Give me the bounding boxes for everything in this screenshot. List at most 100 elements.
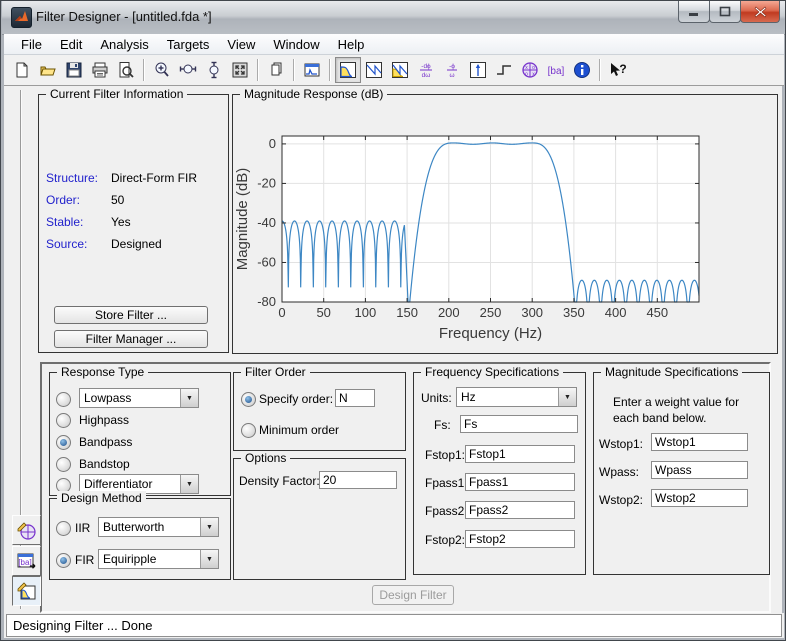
filter-information-button[interactable] xyxy=(569,57,595,83)
minimize-button[interactable] xyxy=(678,1,710,23)
structure-label: Structure: xyxy=(46,171,98,185)
magnitude-response-chart[interactable]: 0501001502002503003504004500-20-40-60-80… xyxy=(233,95,775,351)
group-title: Response Type xyxy=(57,365,148,379)
print-button[interactable] xyxy=(87,57,113,83)
open-file-button[interactable] xyxy=(35,57,61,83)
menu-analysis[interactable]: Analysis xyxy=(91,35,157,54)
print-to-figure-button[interactable] xyxy=(263,57,289,83)
phase-response-button[interactable] xyxy=(361,57,387,83)
iir-radio[interactable] xyxy=(56,521,71,536)
highpass-label: Highpass xyxy=(79,413,129,427)
fstop1-input[interactable] xyxy=(465,445,575,463)
source-label: Source: xyxy=(46,237,87,251)
fir-method-dropdown[interactable]: Equiripple ▼ xyxy=(98,549,219,569)
svg-text:[ba]: [ba] xyxy=(18,558,31,567)
wstop2-input[interactable] xyxy=(651,489,748,507)
impulse-response-button[interactable] xyxy=(465,57,491,83)
context-help-icon: ? xyxy=(608,61,628,79)
wstop2-label: Wstop2: xyxy=(599,493,643,507)
close-button[interactable] xyxy=(740,1,780,23)
maximize-button[interactable] xyxy=(709,1,741,23)
group-delay-button[interactable]: -dϕdω xyxy=(413,57,439,83)
lowpass-dropdown[interactable]: Lowpass ▼ xyxy=(79,388,199,408)
filter-manager-button[interactable]: Filter Manager ... xyxy=(54,330,208,348)
import-filter-button[interactable]: [ba] xyxy=(12,546,41,576)
highpass-radio[interactable] xyxy=(56,413,71,428)
stable-value: Yes xyxy=(111,215,131,229)
step-response-button[interactable] xyxy=(491,57,517,83)
full-view-button[interactable] xyxy=(227,57,253,83)
title-bar[interactable]: Filter Designer - [untitled.fda *] xyxy=(2,1,786,35)
magnitude-response-panel: Magnitude Response (dB) 0501001502002503… xyxy=(232,94,778,354)
menu-targets[interactable]: Targets xyxy=(158,35,219,54)
fstop2-label: Fstop2: xyxy=(425,533,465,547)
print-icon xyxy=(91,61,109,79)
specify-order-radio[interactable] xyxy=(241,392,256,407)
svg-text:250: 250 xyxy=(480,305,502,320)
new-file-icon xyxy=(13,61,31,79)
fir-radio[interactable] xyxy=(56,553,71,568)
fs-input[interactable] xyxy=(460,415,578,433)
order-value: 50 xyxy=(111,193,124,207)
svg-text:o: o xyxy=(532,65,535,71)
context-help-button[interactable]: ? xyxy=(605,57,631,83)
bandpass-radio[interactable] xyxy=(56,435,71,450)
menu-window[interactable]: Window xyxy=(264,35,328,54)
new-file-button[interactable] xyxy=(9,57,35,83)
full-view-analysis-button[interactable] xyxy=(299,57,325,83)
units-dropdown[interactable]: Hz ▼ xyxy=(456,387,577,407)
bandstop-label: Bandstop xyxy=(79,457,130,471)
density-factor-input[interactable] xyxy=(319,471,397,489)
design-filter-sidebar-button[interactable] xyxy=(12,576,41,606)
iir-method-dropdown[interactable]: Butterworth ▼ xyxy=(98,517,219,537)
phase-delay-button[interactable]: -ϕω xyxy=(439,57,465,83)
wstop1-input[interactable] xyxy=(651,433,748,451)
svg-text:[ba]: [ba] xyxy=(548,66,565,77)
filter-coefficients-button[interactable]: [ba] xyxy=(543,57,569,83)
toolbar-separator xyxy=(599,59,601,81)
minimize-icon xyxy=(688,7,700,17)
fstop2-input[interactable] xyxy=(465,530,575,548)
print-preview-button[interactable] xyxy=(113,57,139,83)
polezero-editor-button[interactable] xyxy=(12,515,41,545)
fs-label: Fs: xyxy=(434,418,451,432)
svg-text:0: 0 xyxy=(278,305,285,320)
group-title: Design Method xyxy=(57,491,146,505)
menu-edit[interactable]: Edit xyxy=(51,35,91,54)
magnitude-phase-response-button[interactable] xyxy=(387,57,413,83)
bandstop-radio[interactable] xyxy=(56,457,71,472)
store-filter-button[interactable]: Store Filter ... xyxy=(54,306,208,324)
lowpass-radio[interactable] xyxy=(56,392,71,407)
menu-view[interactable]: View xyxy=(218,35,264,54)
design-filter-button[interactable]: Design Filter xyxy=(372,585,454,605)
svg-text:400: 400 xyxy=(605,305,627,320)
minimum-order-radio[interactable] xyxy=(241,423,256,438)
density-factor-label: Density Factor: xyxy=(239,474,320,488)
svg-text:100: 100 xyxy=(355,305,377,320)
zoom-y-button[interactable] xyxy=(201,57,227,83)
menu-file[interactable]: File xyxy=(12,35,51,54)
structure-value: Direct-Form FIR xyxy=(111,171,197,185)
save-file-icon xyxy=(65,61,83,79)
filter-designer-window: Filter Designer - [untitled.fda *] File … xyxy=(0,0,786,641)
menu-help[interactable]: Help xyxy=(329,35,374,54)
zoom-x-button[interactable] xyxy=(175,57,201,83)
close-icon xyxy=(754,6,767,18)
weight-note-line2: each band below. xyxy=(613,411,706,425)
group-delay-icon: -dϕdω xyxy=(417,61,435,79)
save-file-button[interactable] xyxy=(61,57,87,83)
chevron-down-icon: ▼ xyxy=(180,389,198,407)
stable-label: Stable: xyxy=(46,215,83,229)
pole-zero-plot-icon: xoox xyxy=(521,61,539,79)
fpass2-input[interactable] xyxy=(465,501,575,519)
zoom-in-button[interactable] xyxy=(149,57,175,83)
toolbar-separator xyxy=(143,59,145,81)
magnitude-response-button[interactable] xyxy=(335,57,361,83)
fpass1-input[interactable] xyxy=(465,473,575,491)
filter-order-group: Filter Order xyxy=(233,372,406,451)
wpass-input[interactable] xyxy=(651,461,748,479)
wpass-label: Wpass: xyxy=(599,465,639,479)
order-input[interactable] xyxy=(335,389,375,407)
fir-label: FIR xyxy=(75,553,94,567)
pole-zero-plot-button[interactable]: xoox xyxy=(517,57,543,83)
